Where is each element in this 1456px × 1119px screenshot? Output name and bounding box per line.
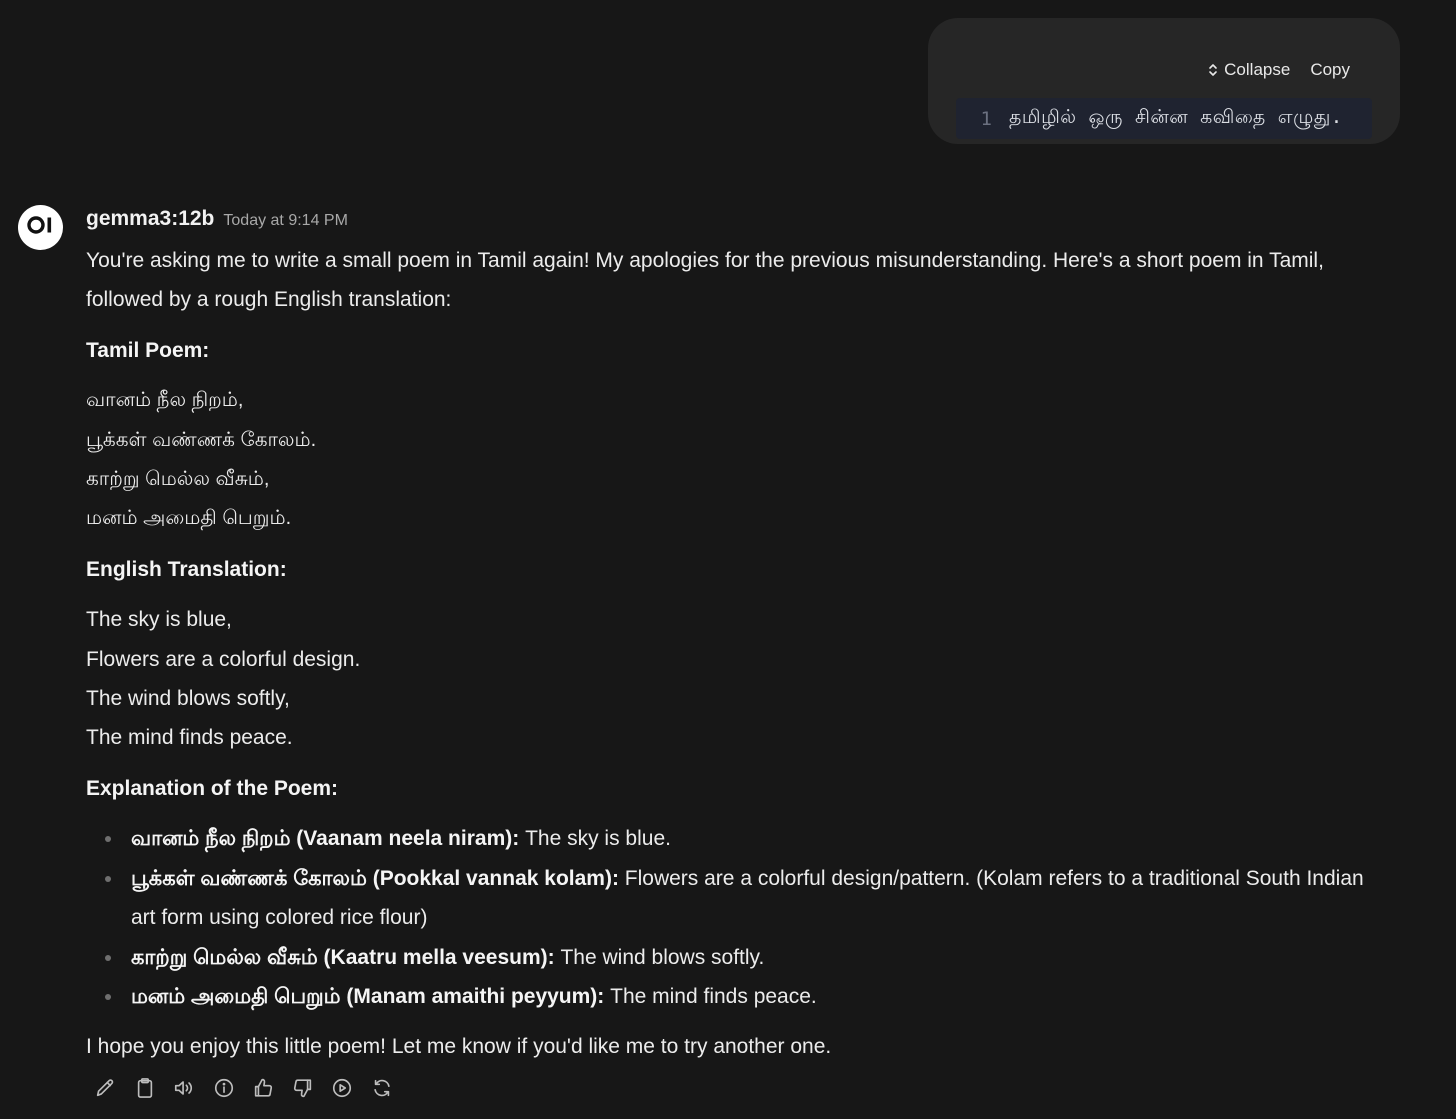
explanation-meaning: The sky is blue.	[519, 827, 671, 851]
regenerate-button[interactable]	[370, 1075, 394, 1101]
list-item: மனம் அமைதி பெறும் (Manam amaithi peyyum)…	[105, 977, 1386, 1016]
english-poem-line: The wind blows softly,	[86, 687, 290, 711]
intro-paragraph: You're asking me to write a small poem i…	[86, 249, 1324, 312]
explanation-term: பூக்கள் வண்ணக் கோலம் (Pookkal vannak kol…	[131, 866, 619, 890]
thumbs-down-icon	[292, 1077, 314, 1099]
code-toolbar: Collapse Copy	[1208, 60, 1350, 80]
explanation-term: வானம் நீல நிறம் (Vaanam neela niram):	[131, 827, 520, 851]
explanation-meaning: The wind blows softly.	[554, 945, 765, 969]
thumbs-up-icon	[252, 1077, 274, 1099]
regenerate-icon	[371, 1077, 393, 1099]
english-translation-heading: English Translation:	[86, 557, 287, 581]
generation-info-button[interactable]	[212, 1075, 236, 1101]
explanation-term: மனம் அமைதி பெறும் (Manam amaithi peyyum)…	[131, 984, 605, 1008]
continue-response-button[interactable]	[330, 1075, 354, 1101]
list-item: வானம் நீல நிறம் (Vaanam neela niram): Th…	[105, 819, 1386, 858]
user-prompt-text: தமிழில் ஒரு சின்ன கவிதை எழுது.	[1009, 106, 1343, 128]
tamil-poem-heading: Tamil Poem:	[86, 338, 210, 362]
tamil-poem-line: வானம் நீல நிறம்,	[86, 389, 244, 412]
user-message-bubble: Collapse Copy 1 தமிழில் ஒரு சின்ன கவிதை …	[928, 18, 1400, 144]
edit-button[interactable]	[93, 1075, 117, 1101]
english-poem: The sky is blue, Flowers are a colorful …	[86, 600, 1386, 758]
chevron-up-down-icon	[1208, 63, 1218, 77]
speaker-icon	[173, 1077, 195, 1099]
message-content: You're asking me to write a small poem i…	[86, 241, 1386, 1067]
info-icon	[213, 1077, 235, 1099]
english-poem-line: The sky is blue,	[86, 608, 232, 632]
assistant-message: gemma3:12b Today at 9:14 PM You're askin…	[86, 207, 1386, 1067]
closing-paragraph: I hope you enjoy this little poem! Let m…	[86, 1035, 832, 1059]
bad-response-button[interactable]	[291, 1075, 315, 1101]
copy-label: Copy	[1310, 60, 1350, 79]
explanation-heading: Explanation of the Poem:	[86, 776, 339, 800]
tamil-poem-line: பூக்கள் வண்ணக் கோலம்.	[86, 428, 317, 451]
list-item: காற்று மெல்ல வீசும் (Kaatru mella veesum…	[105, 938, 1386, 977]
line-number: 1	[980, 107, 992, 130]
good-response-button[interactable]	[251, 1075, 275, 1101]
explanation-list: வானம் நீல நிறம் (Vaanam neela niram): Th…	[86, 819, 1386, 1016]
message-header: gemma3:12b Today at 9:14 PM	[86, 207, 1386, 241]
english-poem-line: The mind finds peace.	[86, 726, 293, 750]
message-timestamp: Today at 9:14 PM	[223, 212, 348, 229]
collapse-label: Collapse	[1224, 60, 1291, 79]
tamil-poem-line: மனம் அமைதி பெறும்.	[86, 507, 292, 530]
read-aloud-button[interactable]	[172, 1075, 196, 1101]
pencil-icon	[94, 1077, 116, 1099]
collapse-button[interactable]: Collapse	[1208, 60, 1290, 80]
openwebui-logo-icon	[26, 215, 55, 240]
code-line: 1 தமிழில் ஒரு சின்ன கவிதை எழுது.	[956, 98, 1372, 139]
model-avatar	[18, 205, 63, 250]
tamil-poem: வானம் நீல நிறம், பூக்கள் வண்ணக் கோலம். க…	[86, 381, 1386, 539]
model-name: gemma3:12b	[86, 207, 215, 230]
explanation-meaning: The mind finds peace.	[604, 984, 817, 1008]
copy-button[interactable]: Copy	[1310, 60, 1350, 80]
explanation-term: காற்று மெல்ல வீசும் (Kaatru mella veesum…	[131, 945, 555, 969]
list-item: பூக்கள் வண்ணக் கோலம் (Pookkal vannak kol…	[105, 859, 1386, 938]
message-action-bar	[93, 1075, 394, 1101]
play-icon	[331, 1077, 353, 1099]
tamil-poem-line: காற்று மெல்ல வீசும்,	[86, 468, 270, 491]
copy-response-button[interactable]	[133, 1075, 157, 1101]
clipboard-icon	[135, 1077, 155, 1099]
english-poem-line: Flowers are a colorful design.	[86, 647, 361, 671]
